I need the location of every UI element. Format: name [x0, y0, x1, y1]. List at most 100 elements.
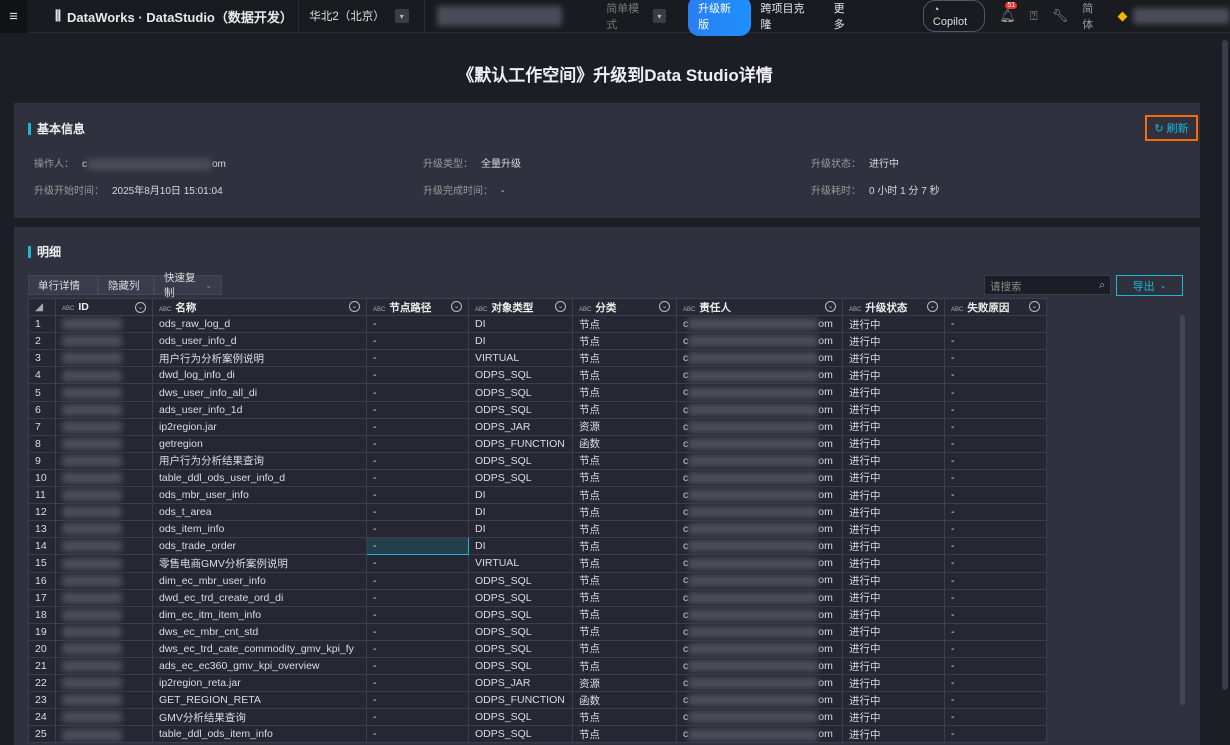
status-cell[interactable]: 进行中 [842, 383, 945, 402]
table-row[interactable]: 8 getregion - ODPS_FUNCTION 函数 c om 进行中 - [28, 434, 1047, 453]
object-type-cell[interactable]: DI [468, 503, 573, 522]
table-row[interactable]: 7 ip2region.jar - ODPS_JAR 资源 c om 进行中 - [28, 417, 1047, 436]
status-cell[interactable]: 进行中 [842, 622, 945, 641]
name-cell[interactable]: dim_ec_mbr_user_info [152, 571, 367, 590]
owner-cell[interactable]: c om [676, 674, 843, 693]
object-type-cell[interactable]: ODPS_SQL [468, 725, 573, 744]
status-cell[interactable]: 进行中 [842, 537, 945, 556]
brand[interactable]: ⫼ DataWorks · DataStudio（数据开发） [55, 7, 298, 26]
export-button[interactable]: 导出 ⌄ [1116, 275, 1183, 296]
object-type-cell[interactable]: ODPS_JAR [468, 674, 573, 693]
status-cell[interactable]: 进行中 [842, 520, 945, 539]
id-cell[interactable] [55, 383, 153, 402]
name-cell[interactable]: dws_user_info_all_di [152, 383, 367, 402]
reason-cell[interactable]: - [944, 674, 1047, 693]
owner-cell[interactable]: c om [676, 366, 843, 385]
language-switch[interactable]: 简体 [1082, 0, 1103, 32]
reason-cell[interactable]: - [944, 708, 1047, 727]
path-cell[interactable]: - [366, 451, 469, 470]
status-cell[interactable]: 进行中 [842, 708, 945, 727]
object-type-cell[interactable]: ODPS_SQL [468, 400, 573, 419]
name-cell[interactable]: ods_item_info [152, 520, 367, 539]
table-row[interactable]: 13 ods_item_info - DI 节点 c om 进行中 - [28, 520, 1047, 539]
object-type-cell[interactable]: ODPS_SQL [468, 468, 573, 488]
page-scrollbar[interactable] [1222, 40, 1228, 690]
help-icon[interactable]: ⍰ [1030, 8, 1038, 24]
path-cell[interactable]: - [366, 725, 469, 744]
category-cell[interactable]: 节点 [572, 605, 677, 624]
table-row[interactable]: 3 用户行为分析案例说明 - VIRTUAL 节点 c om 进行中 - [28, 349, 1047, 368]
category-cell[interactable]: 节点 [572, 400, 677, 419]
table-row[interactable]: 9 用户行为分析结果查询 - ODPS_SQL 节点 c om 进行中 - [28, 451, 1047, 470]
category-cell[interactable]: 节点 [572, 468, 677, 488]
table-row[interactable]: 19 dws_ec_mbr_cnt_std - ODPS_SQL 节点 c om … [28, 622, 1047, 641]
path-cell[interactable]: - [366, 708, 469, 727]
object-type-cell[interactable]: ODPS_SQL [468, 571, 573, 590]
table-row[interactable]: 23 GET_REGION_RETA - ODPS_FUNCTION 函数 co… [28, 691, 1047, 710]
more-menu[interactable]: 更多 [834, 0, 855, 32]
search-input[interactable]: 请搜索 ⌕ [984, 275, 1111, 295]
object-type-cell[interactable]: ODPS_FUNCTION [468, 434, 573, 453]
path-cell[interactable]: - [366, 605, 469, 624]
table-row[interactable]: 14 ods_trade_order - DI 节点 c om 进行中 - [28, 537, 1047, 556]
owner-cell[interactable]: c om [676, 622, 843, 641]
owner-cell[interactable]: c om [676, 571, 843, 590]
table-row[interactable]: 5 dws_user_info_all_di - ODPS_SQL 节点 c om… [28, 383, 1047, 402]
refresh-button[interactable]: ↻ 刷新 [1145, 115, 1198, 141]
chevron-circle-icon[interactable]: ⌄ [1029, 300, 1040, 312]
reason-cell[interactable]: - [944, 503, 1047, 522]
id-cell[interactable] [55, 622, 153, 641]
object-type-cell[interactable]: VIRTUAL [468, 349, 573, 368]
object-type-cell[interactable]: DI [468, 315, 573, 334]
object-type-cell[interactable]: ODPS_SQL [468, 605, 573, 624]
name-cell[interactable]: 用户行为分析案例说明 [152, 349, 367, 368]
category-cell[interactable]: 函数 [572, 434, 677, 453]
table-row[interactable]: 20 dws_ec_trd_cate_commodity_gmv_kpi_fy … [28, 639, 1047, 658]
name-cell[interactable]: dwd_log_info_di [152, 366, 367, 385]
table-row[interactable]: 17 dwd_ec_trd_create_ord_di - ODPS_SQL 节… [28, 588, 1047, 607]
status-cell[interactable]: 进行中 [842, 639, 945, 658]
path-cell[interactable]: - [366, 434, 469, 453]
name-cell[interactable]: ods_raw_log_d [152, 315, 367, 334]
category-cell[interactable]: 节点 [572, 486, 677, 505]
object-type-cell[interactable]: ODPS_SQL [468, 383, 573, 402]
owner-cell[interactable]: c om [676, 708, 843, 727]
status-cell[interactable]: 进行中 [842, 674, 945, 693]
reason-cell[interactable]: - [944, 434, 1047, 453]
status-cell[interactable]: 进行中 [842, 725, 945, 744]
column-header[interactable]: ABC 节点路径 ⌄ [366, 297, 469, 317]
bell-icon[interactable]: 🔔︎ 51 [999, 2, 1018, 24]
category-cell[interactable]: 节点 [572, 349, 677, 368]
path-cell[interactable]: - [366, 554, 469, 573]
status-cell[interactable]: 进行中 [842, 468, 945, 488]
status-cell[interactable]: 进行中 [842, 503, 945, 522]
owner-cell[interactable]: c om [676, 417, 843, 436]
select-all-corner[interactable]: ◢ [28, 297, 56, 317]
table-row[interactable]: 6 ads_user_info_1d - ODPS_SQL 节点 c om 进行中… [28, 400, 1047, 419]
category-cell[interactable]: 节点 [572, 622, 677, 641]
object-type-cell[interactable]: DI [468, 520, 573, 539]
object-type-cell[interactable]: ODPS_SQL [468, 588, 573, 607]
table-row[interactable]: 21 ads_ec_ec360_gmv_kpi_overview - ODPS_… [28, 656, 1047, 676]
name-cell[interactable]: GMV分析结果查询 [152, 708, 367, 727]
id-cell[interactable] [55, 486, 153, 505]
category-cell[interactable]: 节点 [572, 537, 677, 556]
category-cell[interactable]: 节点 [572, 451, 677, 470]
hide-columns-button[interactable]: 隐藏列 [98, 275, 154, 295]
id-cell[interactable] [55, 503, 153, 522]
name-cell[interactable]: ip2region_reta.jar [152, 674, 367, 693]
owner-cell[interactable]: c om [676, 656, 843, 676]
column-header[interactable]: ABC 名称 ⌄ [152, 297, 367, 317]
path-cell[interactable]: - [366, 315, 469, 334]
path-cell[interactable]: - [366, 366, 469, 385]
id-cell[interactable] [55, 417, 153, 436]
name-cell[interactable]: GET_REGION_RETA [152, 691, 367, 710]
reason-cell[interactable]: - [944, 400, 1047, 419]
table-row[interactable]: 15 零售电商GMV分析案例说明 - VIRTUAL 节点 c om 进行中 - [28, 554, 1047, 573]
category-cell[interactable]: 节点 [572, 588, 677, 607]
table-row[interactable]: 18 dim_ec_itm_item_info - ODPS_SQL 节点 co… [28, 605, 1047, 624]
status-cell[interactable]: 进行中 [842, 486, 945, 505]
cross-project-clone-link[interactable]: 跨项目克隆 [761, 0, 814, 32]
chevron-circle-icon[interactable]: ⌄ [825, 300, 836, 312]
name-cell[interactable]: dwd_ec_trd_create_ord_di [152, 588, 367, 607]
